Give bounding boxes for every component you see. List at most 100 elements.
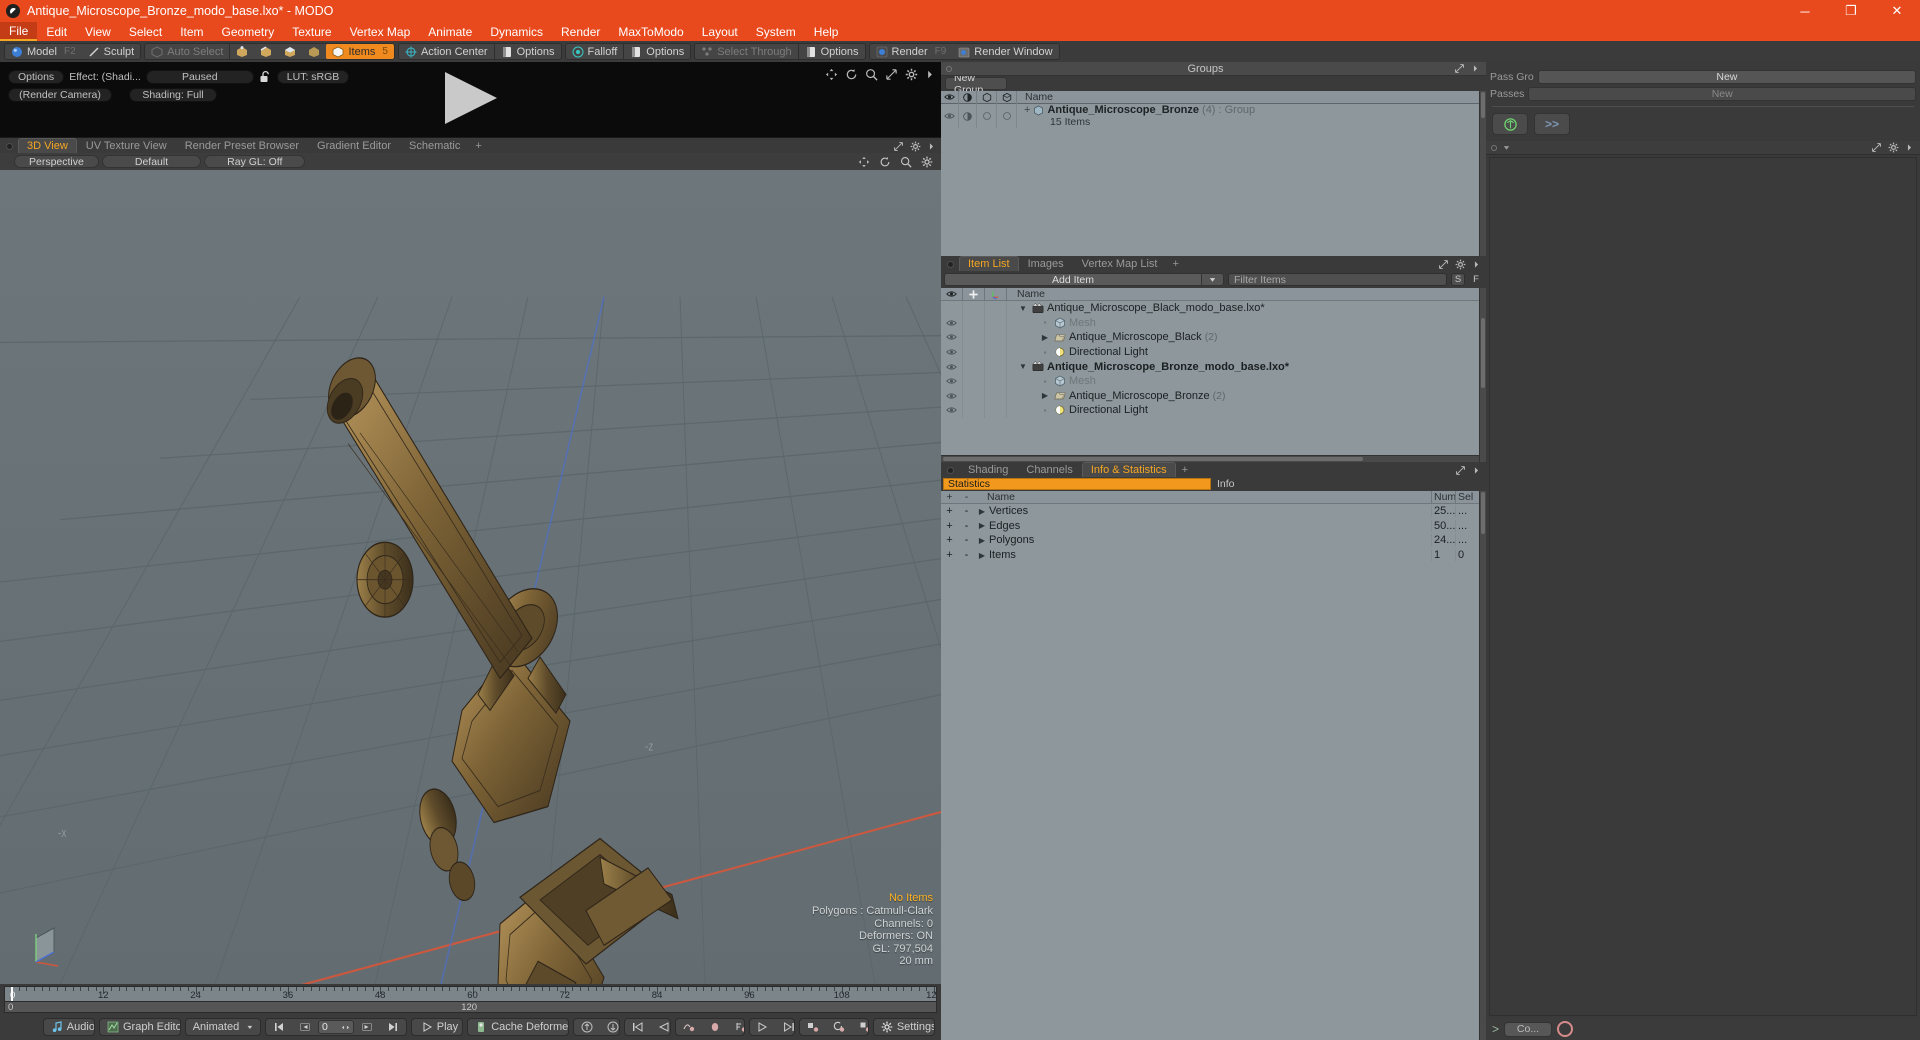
- row-visibility-toggle[interactable]: [941, 301, 963, 316]
- menu-item-system[interactable]: System: [747, 22, 805, 41]
- collapse-arrow-icon[interactable]: ▼: [1019, 304, 1027, 313]
- stat-remove-button[interactable]: -: [958, 534, 975, 546]
- previous-frame-button[interactable]: [292, 1019, 318, 1035]
- menu-item-select[interactable]: Select: [120, 22, 171, 41]
- tab-vertex-map-list[interactable]: Vertex Map List: [1073, 256, 1167, 271]
- expand-icon[interactable]: [885, 68, 898, 81]
- gear-icon[interactable]: [1455, 259, 1466, 270]
- preview-options-button[interactable]: Options: [8, 70, 65, 84]
- row-visibility-toggle[interactable]: [941, 403, 963, 418]
- timeline-playhead[interactable]: [11, 987, 13, 1001]
- key-channels-button[interactable]: [728, 1019, 744, 1035]
- zoom-icon[interactable]: [900, 156, 912, 168]
- row-transform-toggle[interactable]: [985, 359, 1007, 374]
- menu-item-texture[interactable]: Texture: [283, 22, 340, 41]
- advance-pass-button[interactable]: >>: [1534, 113, 1570, 135]
- menu-item-geometry[interactable]: Geometry: [213, 22, 284, 41]
- rotate-icon[interactable]: [879, 156, 891, 168]
- panel-menu-dot-icon[interactable]: [947, 467, 954, 474]
- item-list-horizontal-scrollbar[interactable]: [941, 455, 1479, 462]
- edge-select-button[interactable]: [254, 44, 278, 59]
- vertex-select-button[interactable]: [230, 44, 254, 59]
- row-lock-toggle[interactable]: [963, 403, 985, 418]
- items-select-button[interactable]: Items 5: [326, 44, 394, 59]
- item-list-row[interactable]: ▪ Directional Light: [941, 344, 1479, 360]
- menu-item-animate[interactable]: Animate: [419, 22, 481, 41]
- audio-button[interactable]: Audio: [44, 1019, 94, 1035]
- tab-shading[interactable]: Shading: [959, 462, 1017, 477]
- action-center-options-button[interactable]: Options: [495, 44, 561, 59]
- row-visibility-toggle[interactable]: [941, 315, 963, 331]
- key-rotation-button[interactable]: [826, 1019, 852, 1035]
- stat-remove-button[interactable]: -: [958, 520, 975, 532]
- groups-vertical-scrollbar[interactable]: [1479, 91, 1486, 256]
- pan-icon[interactable]: [858, 156, 870, 168]
- add-tab-button[interactable]: +: [469, 138, 487, 153]
- minimize-button[interactable]: ─: [1782, 0, 1828, 22]
- maximize-panel-icon[interactable]: [1438, 259, 1449, 270]
- stat-remove-button[interactable]: -: [958, 505, 975, 517]
- expand-arrow-icon[interactable]: ▶: [975, 521, 989, 530]
- preview-camera-button[interactable]: (Render Camera): [8, 88, 112, 102]
- chevron-right-icon[interactable]: [1905, 142, 1914, 153]
- timeline-ruler[interactable]: 01224364860728496108120: [4, 986, 937, 1001]
- current-frame-input[interactable]: 0: [317, 1020, 354, 1034]
- statistics-row[interactable]: + - ▶ Vertices 25......: [941, 504, 1479, 519]
- cache-deformers-button[interactable]: Cache Deformers: [468, 1019, 568, 1035]
- preview-lut-button[interactable]: LUT: sRGB: [276, 70, 350, 84]
- add-item-dropdown-button[interactable]: [1202, 273, 1224, 286]
- row-lock-toggle[interactable]: [963, 330, 985, 345]
- row-transform-toggle[interactable]: [985, 373, 1007, 389]
- key-up-button[interactable]: [574, 1019, 600, 1035]
- row-lock-toggle[interactable]: [963, 388, 985, 404]
- statistics-tab-button[interactable]: Statistics: [943, 478, 1211, 490]
- groups-list-body[interactable]: + Antique_Microscope_Bronze (4) : Group …: [941, 104, 1479, 256]
- maximize-button[interactable]: ❐: [1828, 0, 1874, 22]
- expand-arrow-icon[interactable]: ▶: [975, 507, 989, 516]
- item-list-row[interactable]: ▪ Mesh: [941, 315, 1479, 331]
- key-position-button[interactable]: [800, 1019, 826, 1035]
- item-list-row[interactable]: ▪ Directional Light: [941, 403, 1479, 418]
- prev-key-button[interactable]: [625, 1019, 651, 1035]
- menu-item-item[interactable]: Item: [171, 22, 212, 41]
- gear-icon[interactable]: [905, 68, 918, 81]
- menu-item-view[interactable]: View: [76, 22, 120, 41]
- sculpt-mode-button[interactable]: Sculpt: [82, 44, 141, 59]
- settings-button[interactable]: Settings: [874, 1019, 934, 1035]
- statistics-row[interactable]: + - ▶ Edges 50......: [941, 519, 1479, 534]
- select-through-button[interactable]: Select Through: [695, 44, 797, 59]
- row-transform-toggle[interactable]: [985, 344, 1007, 360]
- panel-menu-dot-icon[interactable]: [946, 65, 952, 72]
- filter-s-button[interactable]: S: [1451, 273, 1465, 286]
- stat-add-button[interactable]: +: [941, 549, 958, 561]
- menu-item-dynamics[interactable]: Dynamics: [481, 22, 552, 41]
- row-visibility-toggle[interactable]: [941, 330, 963, 345]
- action-center-button[interactable]: Action Center: [399, 44, 494, 59]
- tab-render-preset-browser[interactable]: Render Preset Browser: [176, 138, 308, 153]
- tab-item-list[interactable]: Item List: [959, 256, 1019, 271]
- menu-item-vertex-map[interactable]: Vertex Map: [341, 22, 420, 41]
- tab-3d-view[interactable]: 3D View: [18, 138, 77, 153]
- play-button[interactable]: Play: [412, 1019, 462, 1035]
- viewport-style-button[interactable]: Default: [101, 155, 202, 168]
- add-tab-button[interactable]: +: [1176, 462, 1194, 477]
- collapse-arrow-icon[interactable]: ▼: [1019, 362, 1027, 371]
- add-item-button[interactable]: Add Item: [944, 273, 1202, 286]
- new-group-button[interactable]: New Group: [945, 72, 1007, 96]
- preview-shading-button[interactable]: Shading: Full: [129, 88, 217, 102]
- menu-item-layout[interactable]: Layout: [693, 22, 747, 41]
- axis-gizmo[interactable]: [24, 922, 70, 968]
- tab-info-statistics[interactable]: Info & Statistics: [1081, 462, 1176, 477]
- timeline[interactable]: 0 12 24 36 48 60 72 84 96 108 120 0 120: [0, 984, 941, 1014]
- expand-arrow-icon[interactable]: ▶: [975, 551, 989, 560]
- tab-images[interactable]: Images: [1019, 256, 1073, 271]
- animated-mode-dropdown[interactable]: Animated: [186, 1019, 246, 1035]
- maximize-panel-icon[interactable]: [893, 141, 904, 152]
- maximize-panel-icon[interactable]: [1454, 63, 1465, 74]
- row-visibility-toggle[interactable]: [941, 359, 963, 374]
- row-lock-toggle[interactable]: [963, 301, 985, 316]
- render-button[interactable]: Render F9: [870, 44, 953, 59]
- item-list-row[interactable]: ▪ Mesh: [941, 373, 1479, 389]
- chevron-right-icon[interactable]: [1472, 465, 1481, 476]
- col-select-header[interactable]: [997, 90, 1017, 104]
